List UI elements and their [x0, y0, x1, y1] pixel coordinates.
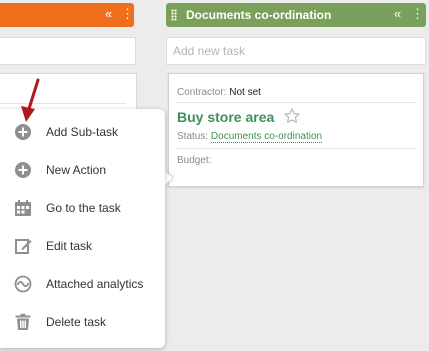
- budget-row: Budget:: [177, 154, 211, 167]
- left-add-task-input[interactable]: [0, 37, 136, 65]
- task-card[interactable]: Contractor: Not set Buy store area Statu…: [168, 73, 424, 187]
- edit-icon: [15, 239, 32, 254]
- budget-label: Budget:: [177, 155, 212, 166]
- task-context-menu: Add Sub-task New Action Go to the task E…: [0, 109, 165, 348]
- annotation-arrow-icon: [21, 78, 40, 122]
- menu-item-label: Go to the task: [46, 201, 121, 215]
- collapse-column-icon[interactable]: «: [394, 6, 401, 22]
- left-column-header: « ⋮: [0, 3, 134, 27]
- menu-item-delete-task[interactable]: Delete task: [0, 303, 165, 341]
- column-title: Documents co-ordination: [186, 8, 332, 22]
- menu-item-label: New Action: [46, 163, 107, 177]
- column-menu-icon[interactable]: ⋮: [411, 6, 424, 22]
- menu-item-label: Add Sub-task: [46, 125, 119, 139]
- plus-circle-icon: [15, 124, 31, 140]
- status-link[interactable]: Documents co-ordination: [210, 131, 323, 143]
- contractor-row: Contractor: Not set: [177, 86, 261, 99]
- column-menu-icon[interactable]: ⋮: [121, 6, 134, 22]
- card-divider: [177, 102, 415, 103]
- card-divider: [177, 148, 415, 149]
- drag-handle-icon[interactable]: [171, 9, 177, 21]
- contractor-value: Not set: [229, 87, 261, 98]
- analytics-icon: [14, 275, 32, 293]
- status-row: Status: Documents co-ordination: [177, 130, 323, 143]
- contractor-label: Contractor:: [177, 87, 227, 98]
- status-label: Status:: [177, 131, 209, 142]
- trash-icon: [15, 313, 31, 330]
- menu-item-go-to-task[interactable]: Go to the task: [0, 189, 165, 227]
- menu-item-edit-task[interactable]: Edit task: [0, 227, 165, 265]
- plus-circle-icon: [15, 162, 31, 178]
- collapse-column-icon[interactable]: «: [105, 6, 112, 22]
- menu-item-label: Edit task: [46, 239, 93, 253]
- go-to-task-icon: [15, 200, 31, 216]
- menu-item-new-action[interactable]: New Action: [0, 151, 165, 189]
- menu-item-attached-analytics[interactable]: Attached analytics: [0, 265, 165, 303]
- menu-item-label: Attached analytics: [46, 277, 144, 291]
- task-title[interactable]: Buy store area: [177, 108, 274, 126]
- add-task-input[interactable]: Add new task: [166, 37, 426, 65]
- menu-item-label: Delete task: [46, 315, 107, 329]
- column-header: Documents co-ordination « ⋮: [166, 3, 426, 27]
- star-icon[interactable]: [283, 107, 301, 125]
